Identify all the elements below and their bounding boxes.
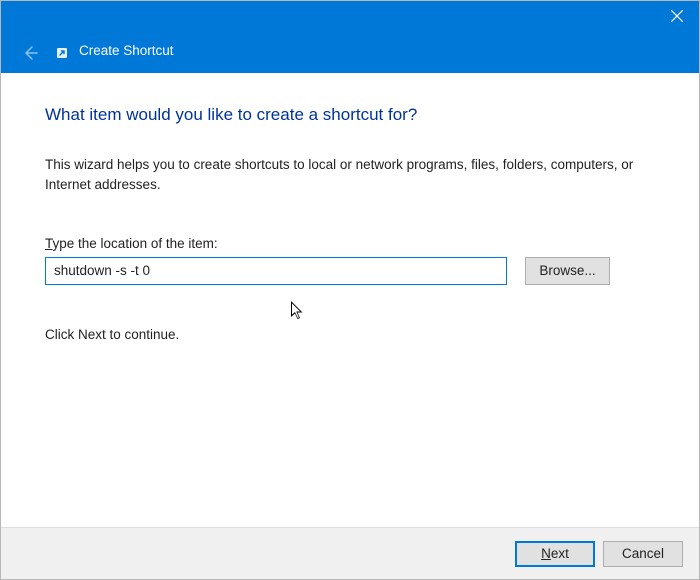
back-arrow-icon xyxy=(22,45,38,61)
next-button[interactable]: Next xyxy=(515,541,595,567)
wizard-heading: What item would you like to create a sho… xyxy=(45,105,655,125)
wizard-description: This wizard helps you to create shortcut… xyxy=(45,155,655,196)
window-title: Create Shortcut xyxy=(79,43,174,58)
input-row: Browse... xyxy=(45,257,655,285)
titlebar: Create Shortcut xyxy=(1,1,699,73)
location-input[interactable] xyxy=(45,257,507,285)
wizard-footer: Next Cancel xyxy=(1,527,699,579)
shortcut-icon xyxy=(54,45,70,61)
back-button xyxy=(20,43,40,63)
close-icon xyxy=(671,10,683,22)
close-button[interactable] xyxy=(654,1,699,31)
browse-button[interactable]: Browse... xyxy=(525,257,610,285)
create-shortcut-window: Create Shortcut What item would you like… xyxy=(0,0,700,580)
wizard-content: What item would you like to create a sho… xyxy=(1,73,699,527)
continue-text: Click Next to continue. xyxy=(45,327,655,342)
cursor-icon xyxy=(291,301,307,323)
location-label: Type the location of the item: xyxy=(45,236,655,251)
cancel-button[interactable]: Cancel xyxy=(603,541,683,567)
